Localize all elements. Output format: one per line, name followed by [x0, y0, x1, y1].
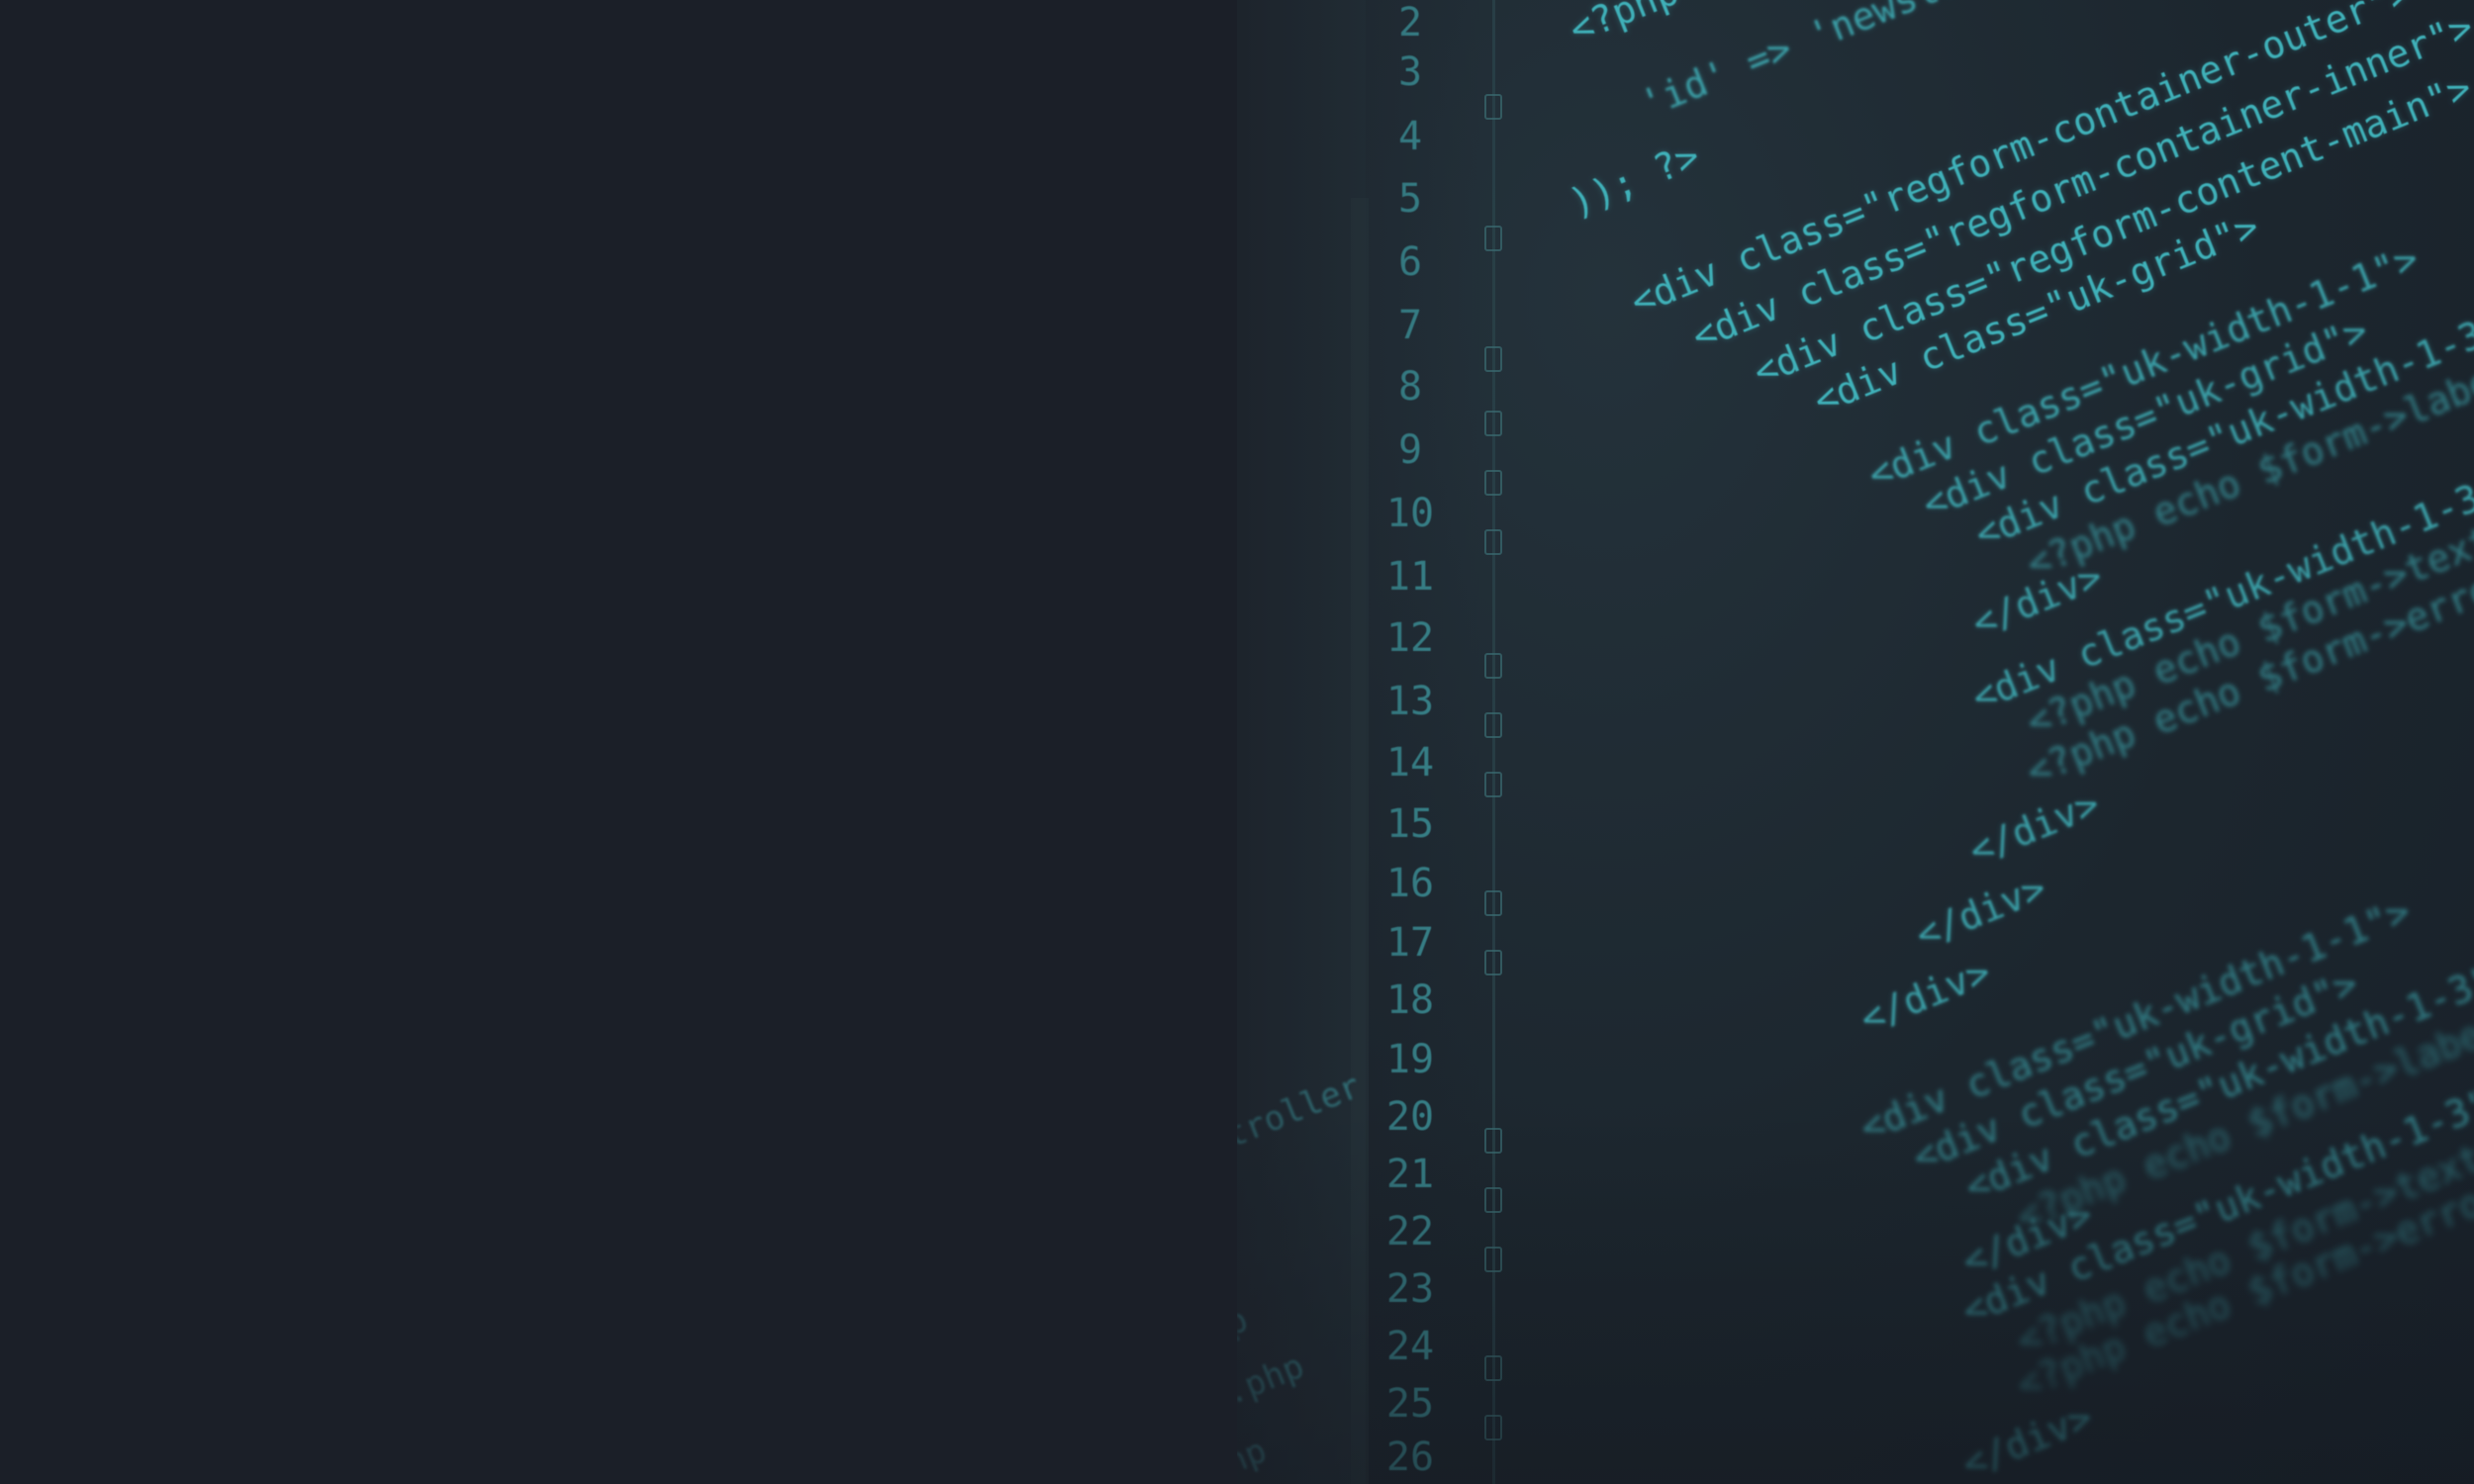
code-line: </div> [1854, 950, 1997, 1042]
code-line: 'id' => 'newslette [1634, 0, 2030, 127]
code-area[interactable]: <?php $form 'id' => 'newslette )); ?> <d… [1237, 0, 2474, 1484]
code-line: </div> [1909, 866, 2052, 958]
code-line: </div> [1962, 782, 2106, 874]
empty-dark-panel [0, 0, 1237, 1484]
code-line: )); ?> [1563, 134, 1706, 226]
code-editor-photo: troller.ph p .php np 2 3 4 5 6 7 8 9 10 … [1237, 0, 2474, 1484]
code-line: </div> [1955, 1395, 2099, 1484]
